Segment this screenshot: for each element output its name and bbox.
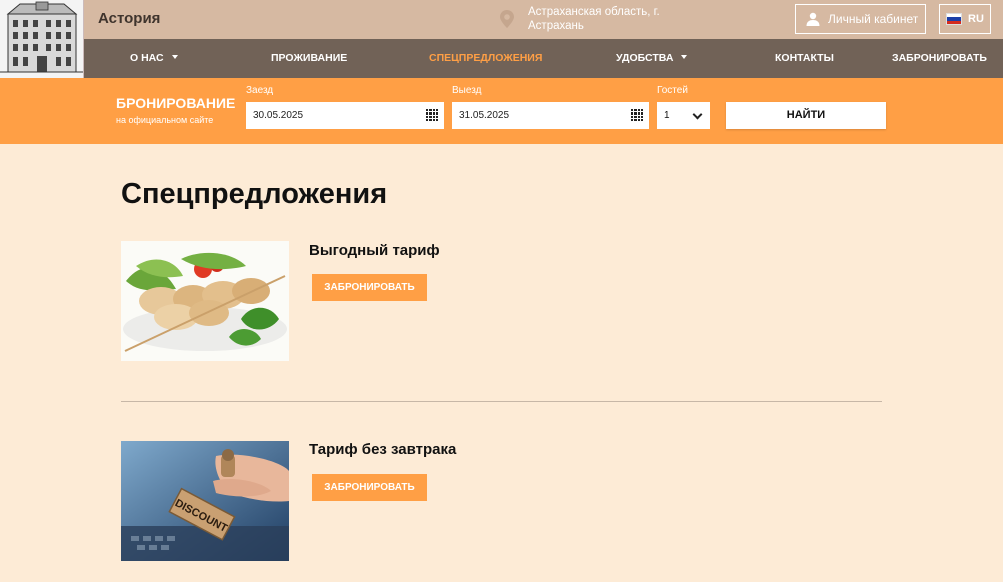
calendar-icon[interactable] [426,109,438,121]
nav-item-accommodation[interactable]: ПРОЖИВАНИЕ [271,39,347,78]
nav-item-amenities-label: УДОБСТВА [616,52,674,64]
personal-account-button[interactable]: Личный кабинет [795,4,926,34]
checkin-date-input[interactable]: 30.05.2025 [246,102,444,129]
checkin-date-value: 30.05.2025 [253,110,304,121]
chevron-down-icon [692,109,703,120]
caret-down-icon [681,55,688,60]
offer-image-discount-stamp[interactable]: DISCOUNT [121,441,289,561]
food-skewer-image [121,241,289,361]
language-label: RU [968,13,984,25]
russian-flag-icon [946,13,963,25]
page-title: Спецпредложения [121,178,388,210]
guests-label: Гостей [657,85,688,96]
nav-item-about[interactable]: О НАС [130,39,178,78]
address-line-1: Астраханская область, г. [528,6,660,18]
caret-down-icon [171,55,178,60]
language-switcher[interactable]: RU [939,4,991,34]
hotel-logo[interactable] [0,0,84,78]
nav-item-contacts[interactable]: КОНТАКТЫ [775,39,834,78]
hotel-name[interactable]: Астория [98,10,160,27]
offer-book-button[interactable]: ЗАБРОНИРОВАТЬ [312,274,427,301]
offer-divider [121,401,882,402]
offer-title[interactable]: Выгодный тариф [309,242,440,259]
nav-item-special-offers[interactable]: СПЕЦПРЕДЛОЖЕНИЯ [429,39,542,78]
nav-item-amenities[interactable]: УДОБСТВА [616,39,688,78]
checkout-date-value: 31.05.2025 [459,110,510,121]
main-nav: О НАС ПРОЖИВАНИЕ СПЕЦПРЕДЛОЖЕНИЯ УДОБСТВ… [84,39,1003,78]
booking-title: БРОНИРОВАНИЕ [116,95,236,111]
nav-item-book[interactable]: ЗАБРОНИРОВАТЬ [892,39,987,78]
hotel-address: Астраханская область, г. Астрахань [528,5,678,33]
guests-value: 1 [664,110,670,121]
search-button[interactable]: НАЙТИ [726,102,886,129]
offer-image-food-skewer[interactable] [121,241,289,361]
discount-stamp-image: DISCOUNT [121,441,289,561]
user-icon [806,12,820,26]
offer-book-button[interactable]: ЗАБРОНИРОВАТЬ [312,474,427,501]
checkin-label: Заезд [246,85,274,96]
offer-title[interactable]: Тариф без завтрака [309,441,456,458]
checkout-date-input[interactable]: 31.05.2025 [452,102,649,129]
booking-subtitle: на официальном сайте [116,115,214,125]
booking-bar: БРОНИРОВАНИЕ на официальном сайте Заезд … [0,78,1003,144]
top-bar: Астория Астраханская область, г. Астраха… [0,0,1003,78]
location-pin-icon [500,10,514,28]
personal-account-label: Личный кабинет [828,12,919,26]
hotel-building-icon [0,0,83,78]
address-line-2: Астрахань [528,20,584,32]
calendar-icon[interactable] [631,109,643,121]
checkout-label: Выезд [452,85,482,96]
guests-select[interactable]: 1 [657,102,710,129]
nav-item-about-label: О НАС [130,52,164,64]
